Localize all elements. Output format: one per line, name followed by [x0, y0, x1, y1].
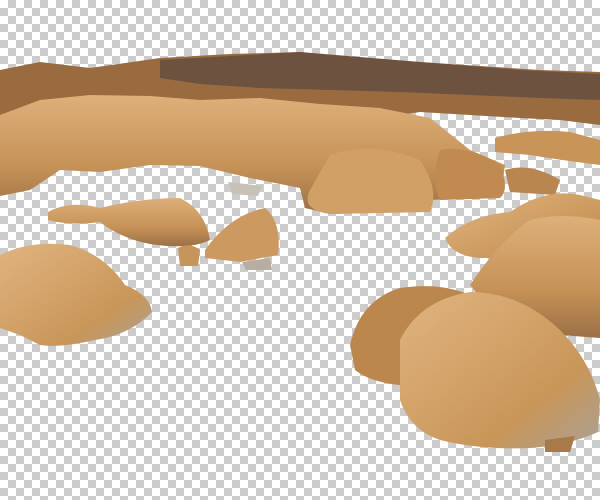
transparent-canvas: [0, 0, 600, 500]
pebble-rock: [178, 245, 200, 266]
mid-small-rock: [205, 208, 279, 262]
center-right-rock: [435, 149, 505, 200]
left-mid-rock: [48, 198, 210, 247]
left-foreground-boulder: [0, 243, 152, 346]
rock-field-image: [0, 52, 600, 452]
right-far-rock: [495, 130, 600, 165]
flat-stone-far: [228, 182, 262, 196]
right-small-rock: [505, 167, 560, 195]
